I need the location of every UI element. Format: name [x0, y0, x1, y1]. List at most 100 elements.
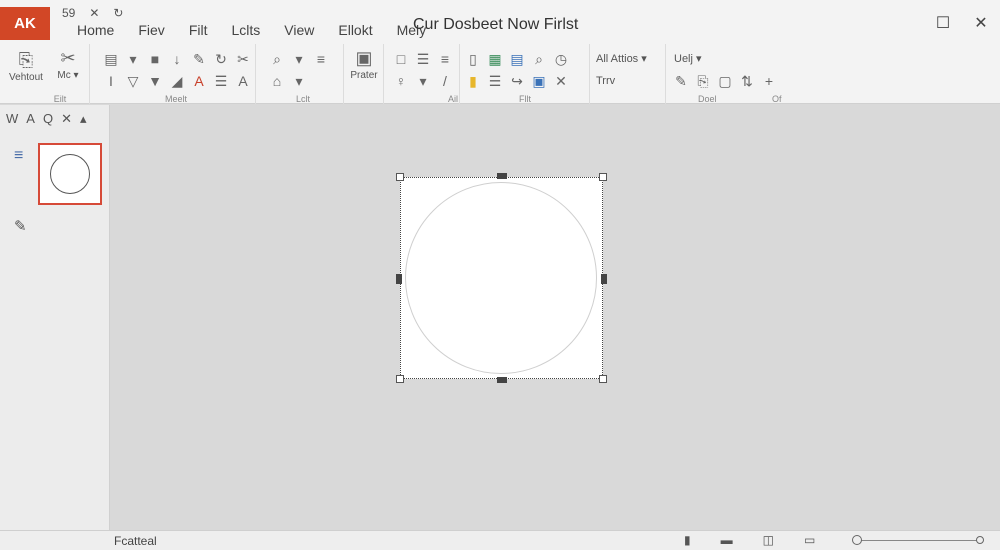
layout-icon[interactable]: ▤	[102, 50, 120, 68]
ribbon-group-lclt: ⌕ ▾ ≡ ⌂ ▾ Lclt	[262, 44, 344, 104]
chevron-down-icon[interactable]: ▾	[290, 72, 308, 90]
menu-view[interactable]: View	[272, 21, 326, 39]
triangle-icon[interactable]: ▼	[146, 72, 164, 90]
ribbon-group-edit: ⎘ Vehtout ✂ Mc ▾ Eilt	[0, 44, 90, 104]
maximize-button[interactable]: ☐	[924, 12, 962, 34]
arrow-icon[interactable]: ↓	[168, 50, 186, 68]
font-color-icon[interactable]: A	[190, 72, 208, 90]
plus-icon[interactable]: +	[760, 72, 778, 90]
circle-shape[interactable]	[405, 182, 597, 374]
font-size-icon[interactable]: A	[234, 72, 252, 90]
redirect-icon[interactable]: ↪	[508, 72, 526, 90]
quick-access-save[interactable]: 59	[62, 6, 75, 20]
group-label-lclt: Lclt	[295, 94, 310, 104]
history-icon[interactable]: ◷	[552, 50, 570, 68]
uelj-dropdown[interactable]: Uelj ▾	[674, 52, 702, 65]
fill-icon[interactable]: ◢	[168, 72, 186, 90]
resize-handle-right[interactable]	[601, 274, 607, 284]
outline-list-icon[interactable]: ≡	[14, 147, 23, 165]
all-attios-dropdown[interactable]: All Attios ▾	[596, 52, 647, 65]
panel-toolbar: W A Q ✕ ▴	[6, 111, 87, 127]
chevron-down-icon[interactable]: ▾	[124, 50, 142, 68]
group-label-of: Of	[772, 94, 782, 104]
status-text: Fcatteal	[114, 534, 157, 548]
chevron-down-icon[interactable]: ▾	[290, 50, 308, 68]
slide-sorter-icon[interactable]: ▭	[804, 533, 815, 547]
ribbon-group-fllt: ▯ ▦ ▤ ⌕ ◷ ▮ ☰ ↪ ▣ ✕ Fllt	[460, 44, 590, 104]
panel-tool-search[interactable]: Q	[43, 111, 53, 127]
document-title: Cur Dosbeet Now Firlst	[413, 16, 579, 33]
editing-canvas[interactable]	[111, 105, 1000, 530]
cursor-icon[interactable]: I	[102, 72, 120, 90]
pen-icon[interactable]: ✎	[14, 217, 27, 235]
menu-lclts[interactable]: Lclts	[219, 21, 272, 39]
tools-icon[interactable]: ✕	[552, 72, 570, 90]
status-bar: Fcatteal ▮ ▬ ◫ ▭	[0, 530, 1000, 550]
brush-icon[interactable]: ✎	[672, 72, 690, 90]
prater-button[interactable]: ▣ Prater	[346, 48, 382, 81]
vehtout-button[interactable]: ⎘ Vehtout	[6, 50, 46, 83]
resize-handle-top-left[interactable]	[396, 173, 404, 181]
ribbon-group-prater: ▣ Prater	[344, 44, 384, 104]
list-icon[interactable]: ☰	[486, 72, 504, 90]
text-box-icon[interactable]: ☰	[414, 50, 432, 68]
format-painter-icon[interactable]: ✂	[234, 50, 252, 68]
panel-tool-collapse[interactable]: ▴	[80, 111, 87, 127]
panel-tool-w[interactable]: W	[6, 111, 18, 127]
resize-handle-top-right[interactable]	[599, 173, 607, 181]
zoom-in-button[interactable]	[976, 536, 984, 544]
rectangle-icon[interactable]: □	[392, 50, 410, 68]
normal-view-icon[interactable]: ▬	[721, 533, 733, 547]
align-icon[interactable]: ☰	[212, 72, 230, 90]
shape-icon[interactable]: ⌂	[268, 72, 286, 90]
search-icon[interactable]: ⌕	[268, 50, 286, 68]
chart-icon[interactable]: ▤	[508, 50, 526, 68]
menu-ellokt[interactable]: Ellokt	[326, 21, 384, 39]
list-icon[interactable]: ≡	[312, 50, 330, 68]
note-icon[interactable]: ▮	[464, 72, 482, 90]
brush-icon[interactable]: ✎	[190, 50, 208, 68]
ribbon-group-doel: Uelj ▾ ✎ ⎘ ▢ ⇅ + Doel Of	[668, 44, 782, 104]
reading-view-icon[interactable]: ◫	[763, 533, 774, 547]
zoom-slider-track[interactable]	[856, 540, 980, 541]
mc-button[interactable]: ✂ Mc ▾	[52, 48, 84, 81]
save-icon[interactable]: ▣	[530, 72, 548, 90]
slide-thumbnail[interactable]	[38, 143, 102, 205]
app-logo[interactable]: AK	[0, 7, 50, 40]
table-icon[interactable]: ▦	[486, 50, 504, 68]
menu-fiev[interactable]: Fiev	[126, 21, 176, 39]
close-button[interactable]: ✕	[962, 12, 1000, 34]
resize-handle-left[interactable]	[396, 274, 402, 284]
group-label-meelt: Meelt	[164, 94, 187, 104]
window-controls: ☐ ✕	[924, 12, 1000, 34]
thumbnail-circle	[50, 154, 90, 194]
frame-icon[interactable]: ▢	[716, 72, 734, 90]
copy-icon[interactable]: ⎘	[694, 72, 712, 90]
lightbulb-icon[interactable]: ♀	[392, 72, 410, 90]
filter-icon[interactable]: ▽	[124, 72, 142, 90]
menu-filt[interactable]: Filt	[177, 21, 220, 39]
trrv-button[interactable]: Trrv	[596, 75, 615, 87]
ribbon-group-meelt: ▤ ▾ ■ ↓ ✎ ↻ ✂ I ▽ ▼ ◢ A ☰ A Meelt	[96, 44, 256, 104]
lines-icon[interactable]: ≡	[436, 50, 454, 68]
panel-tool-close[interactable]: ✕	[61, 111, 72, 127]
notes-icon[interactable]: ▮	[684, 533, 691, 547]
resize-handle-bottom-right[interactable]	[599, 375, 607, 383]
slash-icon[interactable]: /	[436, 72, 454, 90]
zoom-slider-knob[interactable]	[852, 535, 862, 545]
slide-panel: W A Q ✕ ▴ ≡ ✎	[0, 105, 110, 530]
resize-handle-top[interactable]	[497, 173, 507, 179]
selected-shape-frame[interactable]	[396, 173, 607, 383]
search-icon[interactable]: ⌕	[530, 50, 548, 68]
menu-home[interactable]: Home	[65, 21, 126, 39]
shape-fill-icon[interactable]: ■	[146, 50, 164, 68]
resize-handle-bottom[interactable]	[497, 377, 507, 383]
page-icon[interactable]: ▯	[464, 50, 482, 68]
chevron-down-icon[interactable]: ▾	[414, 72, 432, 90]
quick-access-undo[interactable]: ✕	[89, 6, 99, 20]
sort-icon[interactable]: ⇅	[738, 72, 756, 90]
panel-tool-a[interactable]: A	[26, 111, 35, 127]
rotate-icon[interactable]: ↻	[212, 50, 230, 68]
quick-access-redo[interactable]: ↻	[113, 6, 123, 20]
resize-handle-bottom-left[interactable]	[396, 375, 404, 383]
